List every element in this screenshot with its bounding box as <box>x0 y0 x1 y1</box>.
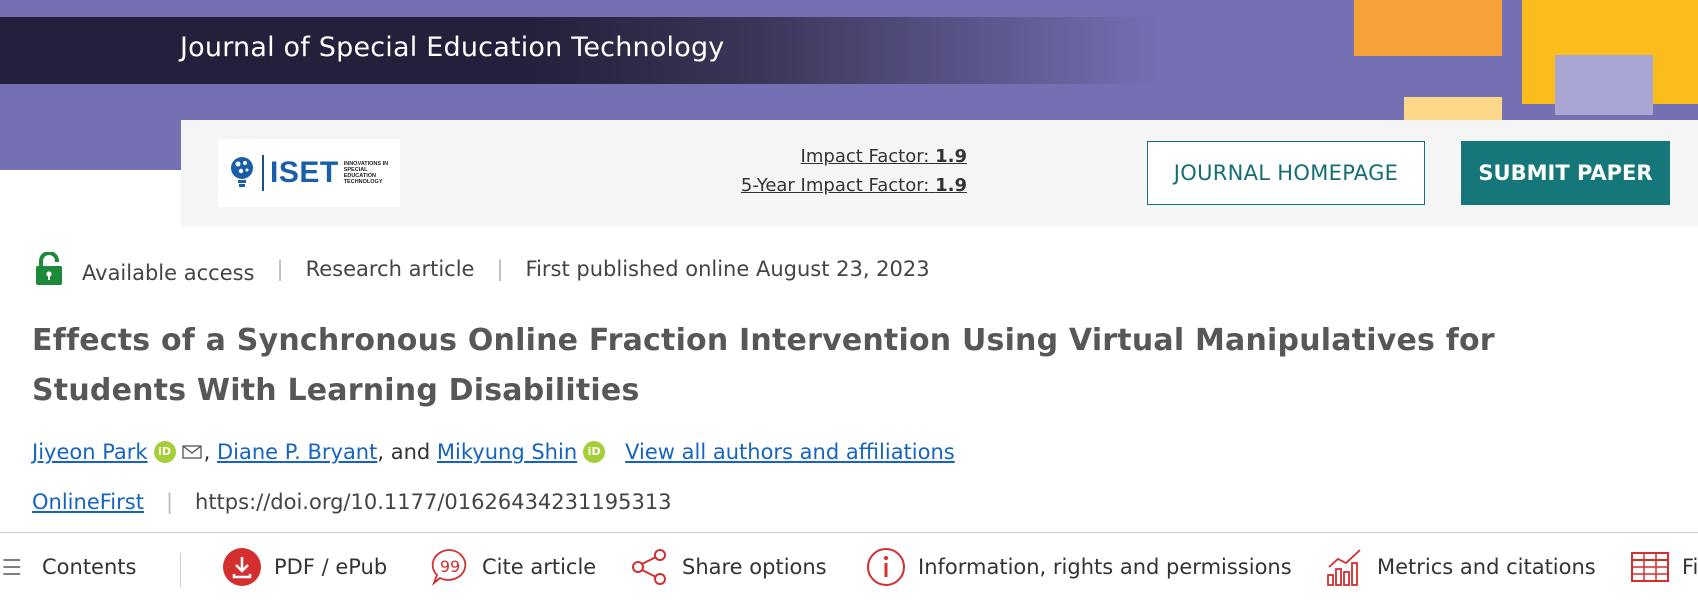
logo-subtext: INNOVATIONS IN SPECIAL EDUCATION TECHNOL… <box>343 161 389 185</box>
impact-factor-link[interactable]: Impact Factor: 1.9 <box>741 146 967 167</box>
download-icon <box>223 548 261 586</box>
doi-text[interactable]: https://doi.org/10.1177/0162643423119531… <box>195 490 672 514</box>
impact-factor-value: 1.9 <box>935 146 967 167</box>
issue-link[interactable]: OnlineFirst <box>32 490 144 514</box>
author-separator: , <box>377 440 391 464</box>
article-toolbar: Contents PDF / ePub 99 Cite article Shar… <box>0 532 1698 601</box>
toolbar-divider <box>180 553 181 587</box>
cite-article-label: Cite article <box>482 555 597 579</box>
share-options-label: Share options <box>682 555 827 579</box>
pdf-epub-button[interactable]: PDF / ePub <box>222 547 387 587</box>
cite-article-button[interactable]: 99 Cite article <box>430 547 596 587</box>
info-icon <box>867 548 905 586</box>
pdf-epub-label: PDF / ePub <box>274 555 388 579</box>
decorative-block <box>1555 55 1653 115</box>
lock-open-icon <box>36 252 62 285</box>
email-icon[interactable] <box>181 445 202 459</box>
journal-title[interactable]: Journal of Special Education Technology <box>180 32 724 63</box>
view-all-authors-link[interactable]: View all authors and affiliations <box>625 440 955 464</box>
doi-separator: | <box>165 490 174 514</box>
logo-text: ISET <box>270 156 339 189</box>
article-title: Effects of a Synchronous Online Fraction… <box>32 323 1495 408</box>
metrics-citations-button[interactable]: Metrics and citations <box>1325 547 1596 587</box>
contents-button[interactable]: Contents <box>2 547 136 587</box>
author-separator: , <box>203 440 217 464</box>
figures-tables-button[interactable]: Fi <box>1630 547 1698 587</box>
journal-homepage-button[interactable]: JOURNAL HOMEPAGE <box>1147 141 1425 205</box>
author-list: Jiyeon Park iD , Diane P. Bryant , and M… <box>32 440 955 464</box>
table-icon <box>1631 552 1669 582</box>
journal-logo[interactable]: ISET INNOVATIONS IN SPECIAL EDUCATION TE… <box>218 139 400 207</box>
five-year-impact-factor-label: 5-Year Impact Factor: <box>740 175 930 196</box>
access-status: Available access <box>82 261 255 285</box>
meta-separator: | <box>276 257 284 281</box>
share-icon <box>632 549 666 585</box>
impact-factors: Impact Factor: 1.9 5-Year Impact Factor:… <box>741 146 967 204</box>
figures-tables-label: Fi <box>1682 555 1698 579</box>
menu-list-icon <box>3 559 21 575</box>
five-year-impact-factor-value: 1.9 <box>935 175 967 196</box>
author-link[interactable]: Mikyung Shin <box>437 440 577 464</box>
doi-line: OnlineFirst | https://doi.org/10.1177/01… <box>32 490 672 514</box>
orcid-icon[interactable]: iD <box>153 441 176 463</box>
author-link[interactable]: Diane P. Bryant <box>217 440 377 464</box>
iset-logo-icon <box>231 157 253 187</box>
five-year-impact-factor-link[interactable]: 5-Year Impact Factor: 1.9 <box>741 175 967 196</box>
author-separator <box>430 440 437 464</box>
information-rights-label: Information, rights and permissions <box>918 555 1292 579</box>
author-conjunction: and <box>390 440 431 464</box>
metrics-chart-icon <box>1327 549 1361 586</box>
share-options-button[interactable]: Share options <box>630 547 827 587</box>
author-link[interactable]: Jiyeon Park <box>32 440 148 464</box>
submit-paper-button[interactable]: SUBMIT PAPER <box>1461 141 1670 205</box>
publication-date: First published online August 23, 2023 <box>525 257 930 281</box>
impact-factor-label: Impact Factor: <box>800 146 930 167</box>
information-rights-button[interactable]: Information, rights and permissions <box>866 547 1292 587</box>
article-meta: Available access | Research article | Fi… <box>34 252 930 286</box>
logo-divider <box>262 155 264 191</box>
quote-icon: 99 <box>431 549 467 586</box>
banner-spacer <box>0 170 182 230</box>
decorative-block <box>1354 0 1502 56</box>
article-type: Research article <box>305 257 475 281</box>
metrics-citations-label: Metrics and citations <box>1377 555 1596 579</box>
orcid-icon[interactable]: iD <box>583 441 606 463</box>
journal-info-box: ISET INNOVATIONS IN SPECIAL EDUCATION TE… <box>181 120 1698 226</box>
meta-separator: | <box>496 257 504 281</box>
contents-label: Contents <box>42 555 137 579</box>
svg-text:99: 99 <box>440 557 460 576</box>
